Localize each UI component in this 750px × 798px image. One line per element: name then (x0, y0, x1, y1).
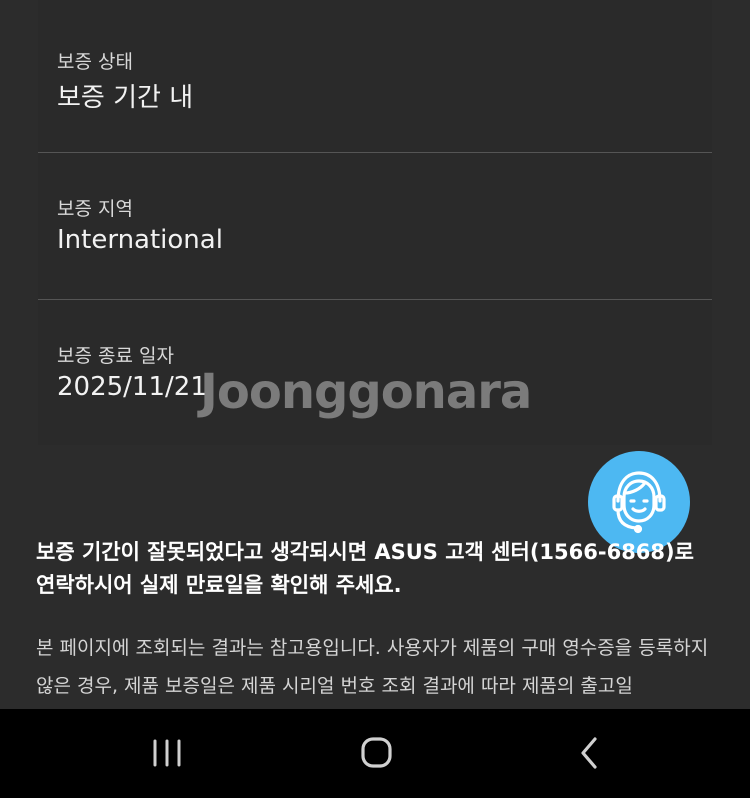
back-icon (581, 737, 597, 769)
warranty-status-label: 보증 상태 (57, 51, 133, 73)
recent-apps-button[interactable] (137, 727, 197, 779)
home-button[interactable] (346, 727, 406, 779)
warranty-region-row: 보증 지역 International (38, 153, 712, 299)
warranty-region-value: International (57, 225, 223, 255)
recent-apps-icon (153, 739, 181, 767)
back-button[interactable] (557, 727, 617, 779)
warranty-end-date-value: 2025/11/21 (57, 372, 207, 402)
warranty-status-row: 보증 상태 보증 기간 내 (38, 5, 712, 152)
warranty-end-date-label: 보증 종료 일자 (57, 345, 174, 367)
warranty-status-value: 보증 기간 내 (57, 83, 194, 113)
warranty-page: 보증 상태 보증 기간 내 보증 지역 International 보증 종료 … (0, 0, 750, 798)
system-navigation-bar (0, 709, 750, 798)
home-icon (361, 737, 392, 768)
warranty-description: 본 페이지에 조회되는 결과는 참고용입니다. 사용자가 제품의 구매 영수증을… (36, 637, 709, 697)
warranty-region-label: 보증 지역 (57, 198, 133, 220)
warranty-notice: 보증 기간이 잘못되었다고 생각되시면 ASUS 고객 센터(1566-6868… (36, 540, 694, 597)
watermark: Joonggonara (200, 364, 532, 420)
